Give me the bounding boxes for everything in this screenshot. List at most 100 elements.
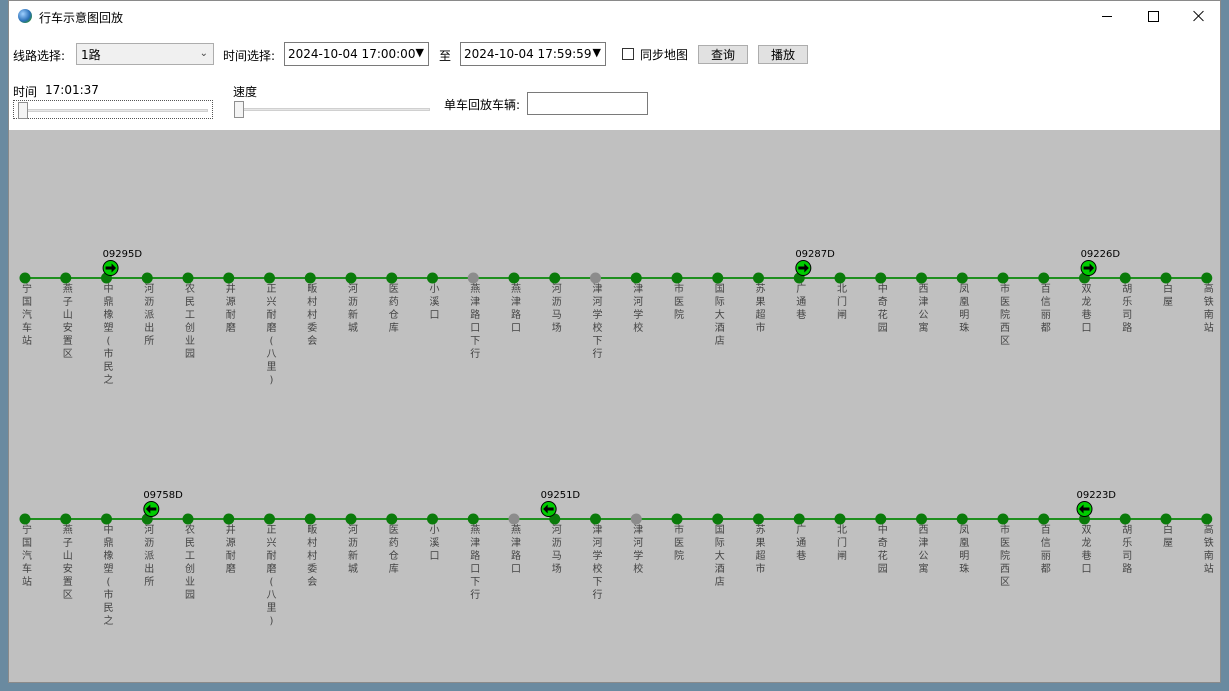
station-dot: [753, 513, 764, 525]
station-dot: [590, 272, 601, 284]
route-diagram: 宁国汽车站 燕子山安置区 中鼎橡塑(市民之 河沥派出所 农民工创业园 井源耐磨 正兴耐磨(八…: [9, 130, 1220, 682]
station-dot: [60, 272, 72, 284]
end-time-picker[interactable]: 2024-10-04 17:59:59 ▼: [460, 42, 606, 66]
station-label: 高铁南站: [1204, 282, 1214, 334]
play-button[interactable]: 播放: [758, 45, 808, 64]
station-label: 广通巷: [796, 524, 806, 562]
station-label: 河沥派出所: [144, 524, 154, 588]
station-label: 燕津路口下行: [470, 524, 480, 601]
station-dot: [997, 513, 1009, 525]
station-dot: [630, 272, 642, 284]
station-label: 燕津路口: [511, 524, 521, 575]
query-button[interactable]: 查询: [698, 45, 748, 64]
speed-slider[interactable]: [232, 100, 430, 119]
station-label: 畈村村委会: [307, 524, 317, 588]
bus-marker: 09223D: [1076, 490, 1117, 517]
station-label: 西津公寓: [919, 284, 929, 334]
up-line-group: 宁国汽车站 燕子山安置区 中鼎橡塑(市民之 河沥派出所 农民工创业园 井源耐磨 正兴耐磨(八…: [19, 249, 1214, 386]
to-label: 至: [439, 49, 452, 63]
station-label: 中奇花园: [878, 282, 888, 334]
station-label: 中鼎橡塑(市民之: [104, 282, 114, 386]
station-dot: [1201, 513, 1213, 525]
single-vehicle-input[interactable]: [527, 92, 648, 115]
bus-marker: 09287D: [795, 249, 835, 276]
start-time-picker[interactable]: 2024-10-04 17:00:00 ▼: [284, 42, 429, 66]
station-dot: [264, 272, 275, 284]
bus-id-label: 09295D: [103, 249, 143, 260]
station-label: 白屋: [1163, 282, 1173, 308]
station-dot: [1119, 513, 1131, 525]
station-dot: [834, 272, 846, 284]
station-label: 燕津路口下行: [470, 283, 480, 360]
route-select[interactable]: 1路 ⌄: [76, 43, 214, 65]
bus-marker: 09251D: [540, 490, 580, 517]
sync-map-checkbox[interactable]: [622, 48, 634, 60]
station-dot: [508, 513, 520, 525]
bus-marker: 09226D: [1080, 249, 1121, 276]
station-dot: [19, 272, 31, 284]
close-button[interactable]: [1176, 1, 1220, 31]
station-dot: [60, 513, 72, 525]
close-icon: [1193, 10, 1205, 22]
station-dot: [1160, 513, 1172, 525]
minimize-button[interactable]: [1084, 1, 1130, 31]
speed-slider-thumb[interactable]: [234, 101, 244, 118]
station-dot: [223, 513, 235, 525]
station-dot: [101, 513, 112, 525]
down-line-group: 宁国汽车站 燕子山安置区 中鼎橡塑(市民之 河沥派出所 农民工创业园 井源耐磨 正兴耐磨(八…: [19, 490, 1214, 627]
maximize-button[interactable]: [1130, 1, 1176, 31]
station-label: 农民工创业园: [185, 523, 195, 601]
station-dot: [1201, 272, 1213, 284]
station-label: 凤凰明珠: [959, 524, 969, 575]
time-slider-thumb[interactable]: [18, 102, 28, 119]
station-label: 市医院: [674, 523, 684, 562]
station-dot: [386, 272, 398, 284]
station-label: 北门闸: [837, 283, 847, 321]
station-label: 河沥新城: [348, 524, 358, 575]
station-label: 市医院西区: [1000, 523, 1010, 588]
station-label: 宁国汽车站: [22, 523, 32, 588]
station-label: 广通巷: [796, 283, 806, 321]
bus-id-label: 09223D: [1077, 490, 1117, 501]
dropdown-arrow-icon: ▼: [592, 46, 601, 59]
station-dot: [1038, 513, 1050, 525]
station-label: 畈村村委会: [307, 283, 317, 347]
station-label: 双龙巷口: [1082, 524, 1092, 575]
station-label: 河沥派出所: [144, 283, 154, 347]
station-dot: [875, 272, 887, 284]
station-dot: [753, 272, 764, 284]
station-dot: [671, 272, 683, 284]
station-dot: [345, 272, 357, 284]
app-window: 行车示意图回放 线路选择: 1路 ⌄ 时间选择: 2024-10-04 17:0…: [8, 0, 1221, 683]
station-dot: [223, 272, 235, 284]
station-dot: [467, 272, 479, 284]
station-dot: [304, 513, 316, 525]
route-diagram-svg: 宁国汽车站燕子山安置区中鼎橡塑(市民之河沥派出所农民工创业园井源耐磨正兴耐磨(八…: [19, 249, 1214, 627]
station-dot: [712, 272, 724, 284]
bus-id-label: 09226D: [1081, 249, 1121, 260]
maximize-icon: [1147, 10, 1159, 22]
station-dot: [1119, 272, 1131, 284]
station-label: 中鼎橡塑(市民之: [104, 523, 114, 627]
time-slider[interactable]: [13, 100, 213, 119]
station-label: 凤凰明珠: [959, 283, 969, 334]
station-label: 西津公寓: [919, 525, 929, 575]
playback-current-time: 17:01:37: [45, 83, 99, 97]
station-dot: [549, 272, 561, 284]
station-dot: [508, 272, 520, 284]
station-label: 医药仓库: [389, 283, 399, 334]
station-dot: [304, 272, 316, 284]
station-dot: [834, 513, 846, 525]
station-dot: [875, 513, 887, 525]
playback-time-label: 时间: [13, 85, 38, 99]
station-dot: [427, 513, 438, 525]
station-dot: [916, 272, 927, 284]
station-label: 高铁南站: [1204, 523, 1214, 575]
station-label: 农民工创业园: [185, 282, 195, 360]
station-label: 市医院: [674, 282, 684, 321]
station-label: 河沥新城: [348, 283, 358, 334]
single-vehicle-label: 单车回放车辆:: [444, 98, 521, 112]
station-dot: [630, 513, 642, 525]
station-dot: [182, 272, 194, 284]
station-label: 津河学校: [633, 524, 643, 575]
